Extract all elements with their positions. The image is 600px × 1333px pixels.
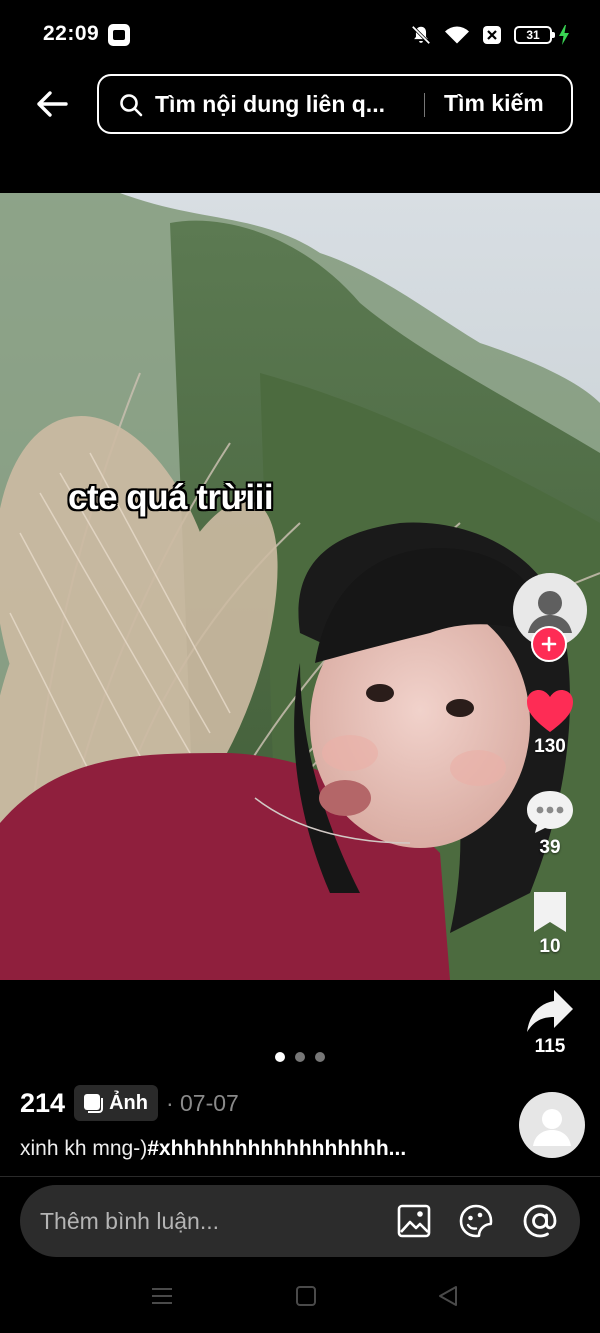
save-button[interactable]: 10 xyxy=(510,890,590,958)
divider xyxy=(0,1176,600,1177)
bell-muted-icon xyxy=(411,25,431,45)
back-triangle-icon[interactable] xyxy=(436,1284,460,1308)
sim-off-icon xyxy=(483,26,501,44)
photo-badge-label: Ảnh xyxy=(109,1091,148,1114)
mention-icon[interactable] xyxy=(522,1203,558,1239)
status-time: 22:09 xyxy=(43,22,100,45)
charging-icon xyxy=(559,25,569,45)
search-divider xyxy=(424,93,425,117)
status-bar: 22:09 31 xyxy=(0,0,600,70)
arrow-left-icon xyxy=(37,91,68,117)
default-avatar-icon xyxy=(533,1109,571,1146)
heart-icon xyxy=(527,690,573,732)
comment-bar xyxy=(20,1185,580,1257)
like-count: 130 xyxy=(534,736,566,757)
comment-button[interactable]: 39 xyxy=(510,789,590,859)
battery-indicator: 31 xyxy=(514,26,555,44)
save-count: 10 xyxy=(539,936,561,957)
caption-hashtag[interactable]: #xhhhhhhhhhhhhhhhhh... xyxy=(147,1137,406,1160)
photo-badge: Ảnh xyxy=(74,1085,158,1121)
bookmark-icon xyxy=(534,892,566,932)
sticker-icon[interactable] xyxy=(458,1203,494,1239)
search-bar: Tìm kiếm xyxy=(97,74,573,134)
share-button[interactable]: 115 xyxy=(510,988,590,1058)
wifi-icon xyxy=(445,26,469,44)
photo-stack-icon xyxy=(84,1094,104,1113)
image-icon[interactable] xyxy=(396,1203,432,1239)
pager-dot[interactable] xyxy=(295,1052,305,1062)
like-button[interactable]: 130 xyxy=(510,688,590,758)
search-input[interactable] xyxy=(155,76,417,132)
system-nav-bar xyxy=(0,1270,600,1333)
plus-icon xyxy=(541,636,557,652)
photo-illustration xyxy=(0,193,600,980)
comment-input[interactable] xyxy=(40,1185,380,1257)
photo-pager xyxy=(0,1052,600,1062)
comment-bubble-icon xyxy=(527,791,573,833)
post-meta: 214 Ảnh · 07-07 xyxy=(20,1085,239,1121)
status-icons: 31 xyxy=(410,22,570,48)
caption-text: xinh kh mng-) xyxy=(20,1137,148,1160)
search-button[interactable]: Tìm kiếm xyxy=(444,90,544,117)
photo-caption-overlay: cte quá trừiii xyxy=(68,478,274,517)
pager-dot-active[interactable] xyxy=(275,1052,285,1062)
menu-icon[interactable] xyxy=(150,1284,174,1308)
post-photo[interactable]: cte quá trừiii xyxy=(0,193,600,980)
comment-count: 39 xyxy=(539,837,561,858)
sound-avatar[interactable] xyxy=(519,1092,585,1158)
pager-dot[interactable] xyxy=(315,1052,325,1062)
search-icon xyxy=(120,94,143,117)
share-arrow-icon xyxy=(527,990,573,1032)
post-caption[interactable]: xinh kh mng-)#xhhhhhhhhhhhhhhhhh... xyxy=(20,1137,406,1161)
app-notification-icon xyxy=(108,24,130,46)
home-square-icon[interactable] xyxy=(294,1284,318,1308)
view-count: 214 xyxy=(20,1087,66,1118)
back-button[interactable] xyxy=(30,82,74,126)
follow-button[interactable] xyxy=(531,626,567,662)
post-date: · 07-07 xyxy=(165,1089,239,1116)
